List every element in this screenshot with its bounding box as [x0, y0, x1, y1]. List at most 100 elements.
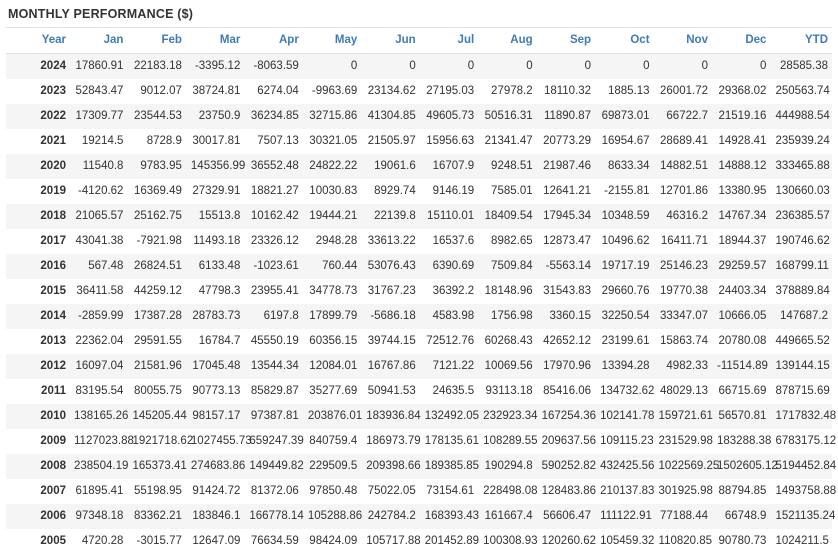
cell-jun: 8929.74: [364, 179, 422, 204]
table-row[interactable]: 202011540.89783.95145356.9936552.4824822…: [6, 154, 832, 179]
column-header-ytd[interactable]: YTD: [773, 28, 832, 54]
cell-sep: 128483.86: [540, 479, 598, 504]
table-row[interactable]: 20054720.28-3015.7712647.0976634.5998424…: [6, 529, 832, 554]
cell-oct: 111122.91: [598, 504, 656, 529]
cell-sep: 12641.21: [540, 179, 598, 204]
cell-year: 2005: [6, 529, 72, 554]
cell-dec: 14888.12: [715, 154, 773, 179]
cell-jun: 105717.88: [364, 529, 422, 554]
cell-oct: 13394.28: [598, 354, 656, 379]
column-header-mar[interactable]: Mar: [189, 28, 247, 54]
cell-dec: 14928.41: [715, 129, 773, 154]
table-row[interactable]: 202119214.58728.930017.817507.1330321.05…: [6, 129, 832, 154]
cell-jun: 50941.53: [364, 379, 422, 404]
table-row[interactable]: 201821065.5725162.7515513.810162.4219444…: [6, 204, 832, 229]
table-row[interactable]: 2019-4120.6216369.4927329.9118821.271003…: [6, 179, 832, 204]
column-header-apr[interactable]: Apr: [247, 28, 305, 54]
cell-may: 30321.05: [306, 129, 364, 154]
cell-year: 2015: [6, 279, 72, 304]
cell-sep: 56606.47: [540, 504, 598, 529]
cell-aug: 27978.2: [481, 79, 539, 104]
cell-jun: 39744.15: [364, 329, 422, 354]
cell-apr: 166778.14: [247, 504, 305, 529]
table-row[interactable]: 200697348.1883362.21183846.1166778.14105…: [6, 504, 832, 529]
table-row[interactable]: 201216097.0421581.9617045.4813544.341208…: [6, 354, 832, 379]
cell-mar: 17045.48: [189, 354, 247, 379]
cell-year: 2009: [6, 429, 72, 454]
cell-jul: 132492.05: [423, 404, 481, 429]
table-row[interactable]: 2014-2859.9917387.2828783.736197.817899.…: [6, 304, 832, 329]
table-row[interactable]: 20091127023.881921718.621027455.73659247…: [6, 429, 832, 454]
column-header-oct[interactable]: Oct: [598, 28, 656, 54]
cell-jul: 24635.5: [423, 379, 481, 404]
cell-ytd: 236385.57: [773, 204, 832, 229]
table-row[interactable]: 202352843.479012.0738724.816274.04-9963.…: [6, 79, 832, 104]
cell-jan: 52843.47: [72, 79, 130, 104]
column-header-sep[interactable]: Sep: [540, 28, 598, 54]
cell-nov: 46316.2: [657, 204, 715, 229]
cell-dec: 1502605.12: [715, 454, 773, 479]
column-header-jun[interactable]: Jun: [364, 28, 422, 54]
table-row[interactable]: 201183195.5480055.7590773.1385829.873527…: [6, 379, 832, 404]
cell-nov: 28689.41: [657, 129, 715, 154]
cell-jan: 17309.77: [72, 104, 130, 129]
cell-ytd: 28585.38: [773, 54, 832, 80]
cell-dec: 20780.08: [715, 329, 773, 354]
cell-may: 34778.73: [306, 279, 364, 304]
column-header-nov[interactable]: Nov: [657, 28, 715, 54]
cell-year: 2022: [6, 104, 72, 129]
cell-jun: 23134.62: [364, 79, 422, 104]
column-header-feb[interactable]: Feb: [130, 28, 188, 54]
cell-sep: 21987.46: [540, 154, 598, 179]
cell-jul: 178135.61: [423, 429, 481, 454]
column-header-aug[interactable]: Aug: [481, 28, 539, 54]
cell-may: 203876.01: [306, 404, 364, 429]
table-row[interactable]: 2010138165.26145205.4498157.1797387.8120…: [6, 404, 832, 429]
table-row[interactable]: 2008238504.19165373.41274683.86149449.82…: [6, 454, 832, 479]
column-header-may[interactable]: May: [306, 28, 364, 54]
cell-aug: 10069.56: [481, 354, 539, 379]
cell-jun: 31767.23: [364, 279, 422, 304]
table-row[interactable]: 201322362.0429591.5516784.745550.1960356…: [6, 329, 832, 354]
cell-sep: 85416.06: [540, 379, 598, 404]
table-row[interactable]: 201743041.38-7921.9811493.1823326.122948…: [6, 229, 832, 254]
cell-oct: 10348.59: [598, 204, 656, 229]
cell-ytd: 444988.54: [773, 104, 832, 129]
cell-year: 2016: [6, 254, 72, 279]
cell-mar: 16784.7: [189, 329, 247, 354]
cell-jan: 138165.26: [72, 404, 130, 429]
cell-aug: 100308.93: [481, 529, 539, 554]
table-header: YearJanFebMarAprMayJunJulAugSepOctNovDec…: [6, 28, 832, 54]
cell-jun: 242784.2: [364, 504, 422, 529]
column-header-jan[interactable]: Jan: [72, 28, 130, 54]
cell-jan: 567.48: [72, 254, 130, 279]
cell-jan: 21065.57: [72, 204, 130, 229]
cell-sep: 31543.83: [540, 279, 598, 304]
cell-apr: 85829.87: [247, 379, 305, 404]
cell-jul: 16707.9: [423, 154, 481, 179]
cell-feb: -3015.77: [130, 529, 188, 554]
column-header-dec[interactable]: Dec: [715, 28, 773, 54]
cell-aug: 18409.54: [481, 204, 539, 229]
cell-feb: 165373.41: [130, 454, 188, 479]
column-header-year[interactable]: Year: [6, 28, 72, 54]
table-row[interactable]: 201536411.5844259.1247798.323955.4134778…: [6, 279, 832, 304]
cell-oct: 210137.83: [598, 479, 656, 504]
cell-mar: 98157.17: [189, 404, 247, 429]
cell-ytd: 130660.03: [773, 179, 832, 204]
table-row[interactable]: 202217309.7723544.5323750.936234.8532715…: [6, 104, 832, 129]
cell-year: 2023: [6, 79, 72, 104]
table-row[interactable]: 200761895.4155198.9591424.7281372.069785…: [6, 479, 832, 504]
table-row[interactable]: 202417860.9122183.18-3395.12-8063.590000…: [6, 54, 832, 80]
cell-may: 60356.15: [306, 329, 364, 354]
cell-jun: 53076.43: [364, 254, 422, 279]
cell-may: 12084.01: [306, 354, 364, 379]
cell-mar: 90773.13: [189, 379, 247, 404]
cell-apr: 97387.81: [247, 404, 305, 429]
table-row[interactable]: 2016567.4826824.516133.48-1023.61760.445…: [6, 254, 832, 279]
cell-oct: 1885.13: [598, 79, 656, 104]
cell-oct: 134732.62: [598, 379, 656, 404]
column-header-jul[interactable]: Jul: [423, 28, 481, 54]
cell-dec: 183288.38: [715, 429, 773, 454]
cell-jun: -5686.18: [364, 304, 422, 329]
